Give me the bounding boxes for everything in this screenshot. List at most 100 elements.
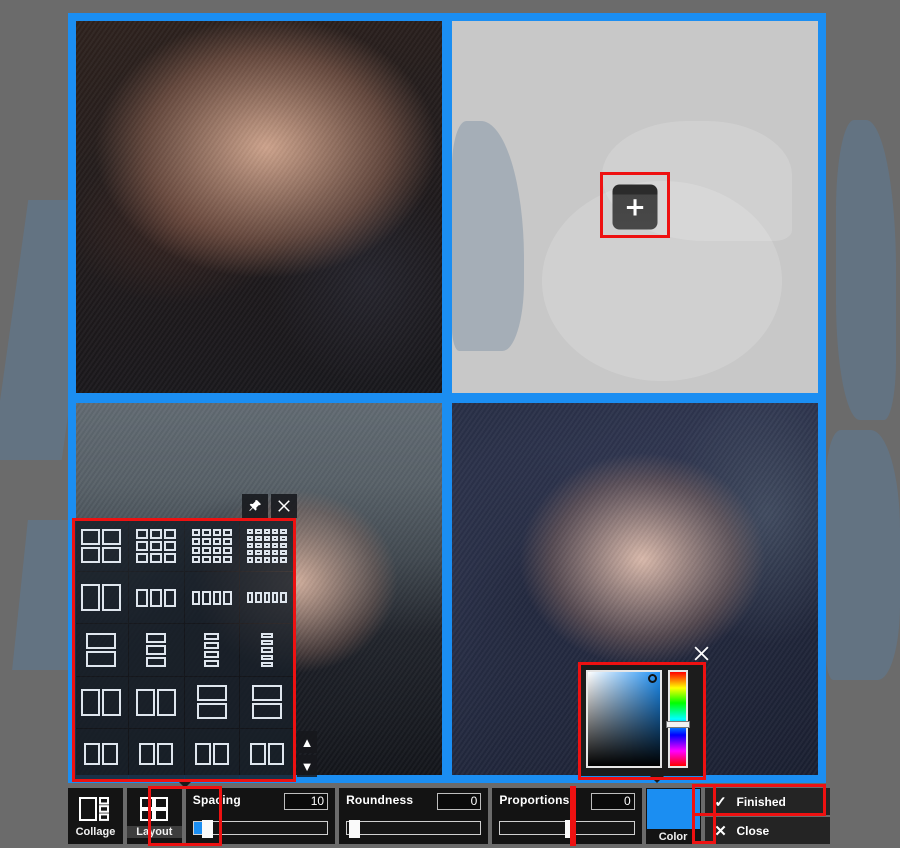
layout-thumb-rows-5[interactable]: [239, 624, 294, 676]
layout-thumb-cell: [202, 546, 211, 554]
layout-thumb-cell: [146, 632, 167, 643]
layout-thumb-columns-4[interactable]: [184, 572, 239, 624]
layout-thumb-cell: [260, 661, 273, 667]
bottom-toolbar: Collage Layout Spacing 10 Roundness 0 Pr…: [68, 788, 830, 844]
layout-thumb-cell: [263, 550, 271, 556]
close-button[interactable]: ✕ Close: [704, 817, 830, 844]
add-photo-button[interactable]: +: [612, 184, 658, 230]
layout-thumb-grid-2x2[interactable]: [74, 520, 129, 572]
color-button[interactable]: Color: [645, 788, 701, 844]
check-icon: ✓: [714, 793, 727, 811]
layout-thumb-cell: [223, 528, 232, 536]
layout-thumb-split-a[interactable]: [74, 728, 129, 780]
collage-cell-1[interactable]: [76, 21, 442, 393]
close-icon: ✕: [714, 822, 727, 840]
layout-panel-caret: [178, 781, 192, 788]
proportions-slider-knob[interactable]: [565, 820, 577, 838]
layout-thumb-cell: [263, 592, 271, 604]
hue-slider[interactable]: [666, 670, 690, 768]
layout-thumb-cell: [81, 546, 101, 563]
layout-thumb-cell: [260, 640, 273, 646]
layout-thumb-cell: [146, 656, 167, 667]
layout-thumb-cell: [136, 588, 149, 607]
layout-thumb-cell: [280, 592, 287, 604]
arrow-down-icon[interactable]: ▼: [297, 755, 317, 777]
pin-icon[interactable]: [242, 494, 268, 518]
color-picker-close-icon[interactable]: [690, 642, 712, 664]
layout-thumb-tall-rows-2b[interactable]: [239, 676, 294, 728]
layout-thumb-cell: [260, 647, 273, 653]
layout-thumb-split-d[interactable]: [239, 728, 294, 780]
layout-thumb-rows-4[interactable]: [184, 624, 239, 676]
roundness-value[interactable]: 0: [437, 793, 482, 810]
saturation-value-square[interactable]: [586, 670, 662, 768]
layout-thumb-cell: [260, 654, 273, 660]
layout-thumb-cell: [102, 688, 122, 716]
spacing-slider-knob[interactable]: [201, 820, 213, 838]
layout-thumb-grid-4x4[interactable]: [184, 520, 239, 572]
layout-thumb-cell: [246, 550, 254, 556]
layout-thumb-cell: [191, 555, 201, 563]
layout-thumb-preview: [81, 584, 122, 612]
layout-thumb-grid-5x5[interactable]: [239, 520, 294, 572]
layout-thumb-columns-2[interactable]: [74, 572, 129, 624]
layout-thumb-cell: [255, 550, 262, 556]
layout-thumb-cell: [280, 550, 287, 556]
layout-thumb-preview: [204, 632, 220, 667]
layout-thumb-wide-columns-2[interactable]: [74, 676, 129, 728]
layout-thumb-preview: [136, 688, 177, 716]
layout-thumb-cell: [150, 588, 163, 607]
layout-thumb-cell: [212, 743, 229, 766]
arrow-up-icon[interactable]: ▲: [297, 731, 317, 753]
layout-thumb-cell: [255, 542, 262, 549]
layout-mode-button[interactable]: Layout: [126, 788, 182, 844]
hue-slider-handle[interactable]: [666, 720, 690, 728]
close-icon[interactable]: [271, 494, 297, 518]
spacing-slider-card[interactable]: Spacing 10: [185, 788, 336, 844]
proportions-slider-track[interactable]: [499, 820, 635, 838]
layout-thumb-cell: [272, 592, 279, 604]
layout-thumb-grid-3x3[interactable]: [129, 520, 184, 572]
layout-picker-panel[interactable]: [74, 520, 294, 780]
layout-thumb-cell: [263, 535, 271, 541]
layout-thumb-wide-columns-2b[interactable]: [129, 676, 184, 728]
layout-thumb-rows-2[interactable]: [74, 624, 129, 676]
layout-thumb-cell: [150, 540, 163, 551]
layout-thumb-rows-3[interactable]: [129, 624, 184, 676]
layout-thumb-cell: [255, 557, 262, 563]
spacing-value[interactable]: 10: [284, 793, 329, 810]
layout-thumb-cell: [136, 540, 149, 551]
layout-thumb-cell: [272, 557, 279, 563]
layout-thumb-split-b[interactable]: [129, 728, 184, 780]
collage-cell-2-empty[interactable]: +: [452, 21, 818, 393]
sv-cursor-handle[interactable]: [648, 674, 657, 683]
collage-mode-button[interactable]: Collage: [68, 788, 123, 844]
color-picker-popup[interactable]: [580, 664, 704, 776]
layout-thumb-cell: [86, 632, 117, 649]
layout-thumb-cell: [202, 555, 211, 563]
layout-thumb-cell: [272, 542, 279, 549]
roundness-slider-knob[interactable]: [349, 820, 361, 838]
layout-thumb-preview: [251, 685, 282, 720]
proportions-slider-card[interactable]: Proportions 0: [492, 788, 642, 844]
layout-thumb-cell: [263, 528, 271, 534]
layout-thumb-split-c[interactable]: [184, 728, 239, 780]
layout-icon: [139, 794, 169, 824]
layout-thumb-cell: [196, 703, 227, 720]
color-swatch[interactable]: [646, 789, 700, 829]
layout-thumb-cell: [223, 590, 232, 605]
spacing-slider-track[interactable]: [192, 820, 329, 838]
roundness-slider-track[interactable]: [346, 820, 482, 838]
roundness-slider-card[interactable]: Roundness 0: [339, 788, 489, 844]
proportions-value[interactable]: 0: [590, 793, 635, 810]
layout-thumb-columns-3[interactable]: [129, 572, 184, 624]
layout-thumb-columns-5[interactable]: [239, 572, 294, 624]
layout-thumb-preview: [196, 685, 227, 720]
layout-thumb-preview: [136, 528, 177, 563]
layout-thumb-tall-rows-2[interactable]: [184, 676, 239, 728]
layout-thumb-cell: [255, 528, 262, 534]
finished-button[interactable]: ✓ Finished: [704, 788, 830, 815]
layout-thumb-cell: [191, 546, 201, 554]
layout-scroll-controls: ▲ ▼: [297, 731, 317, 777]
plus-icon: +: [624, 192, 646, 222]
